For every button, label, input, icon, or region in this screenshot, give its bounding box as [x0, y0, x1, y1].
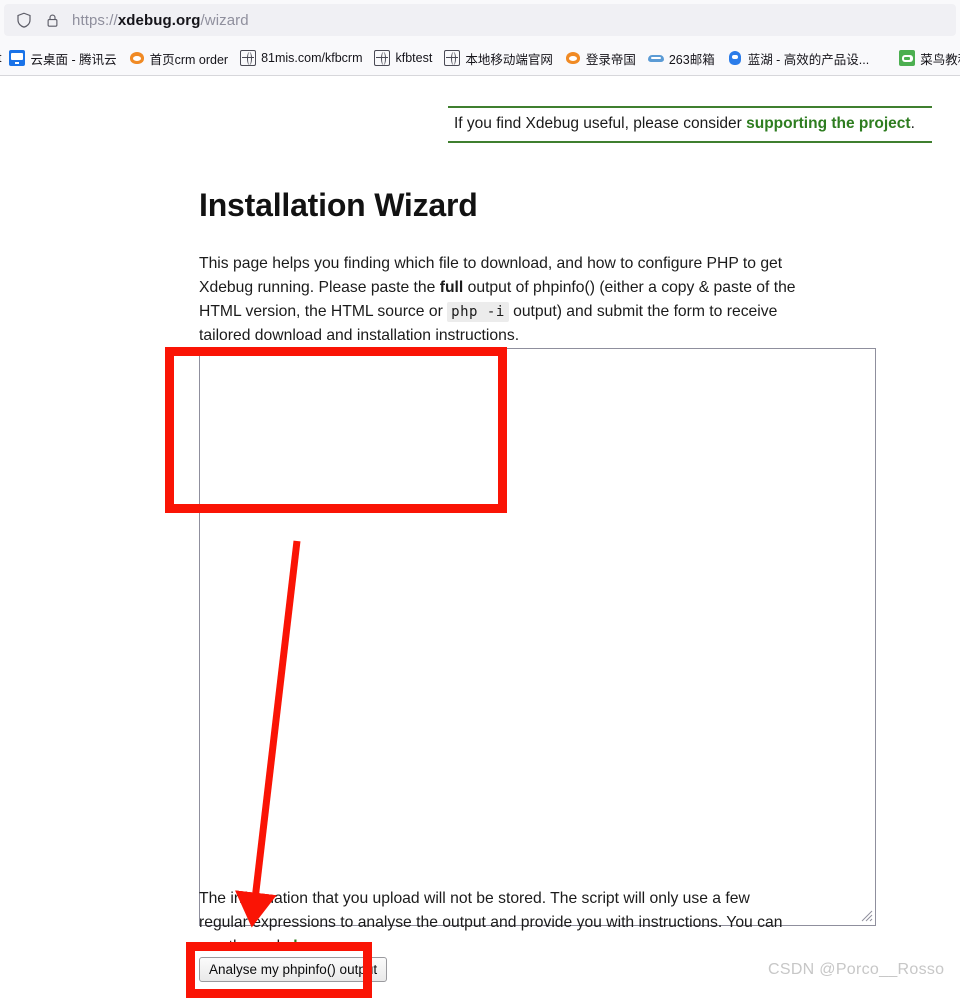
shield-icon[interactable] — [14, 10, 34, 30]
bookmark-label: 登录帝国 — [585, 52, 636, 67]
analyse-phpinfo-button[interactable]: Analyse my phpinfo() output — [199, 957, 388, 982]
bookmark-label: 首页crm order — [149, 52, 229, 67]
bookmark-label: 云桌面 - 腾讯云 — [30, 52, 117, 67]
bookmark-81mis-kfbcrm[interactable]: 81mis.com/kfbcrm — [234, 46, 368, 70]
csdn-watermark: CSDN @Porco__Rosso — [768, 961, 945, 978]
here-link[interactable]: here — [293, 938, 326, 955]
bookmark-crm-order[interactable]: 首页crm order — [123, 46, 234, 70]
urlbar-row: https://xdebug.org/wizard — [0, 0, 960, 40]
bookmark-clipped-left[interactable]: t — [0, 51, 1, 65]
bookmark-263mail[interactable]: 263邮箱 — [642, 46, 721, 70]
globe-icon — [374, 50, 391, 66]
url-text[interactable]: https://xdebug.org/wizard — [72, 12, 249, 29]
url-scheme: https:// — [72, 11, 118, 29]
bookmark-label: 81mis.com/kfbcrm — [261, 51, 363, 65]
intro-paragraph: This page helps you finding which file t… — [199, 252, 805, 348]
bookmark-runoob[interactable]: 菜鸟教程 — [893, 46, 960, 70]
inline-code-php-i: php -i — [447, 301, 509, 322]
cloud-mail-icon — [647, 50, 664, 66]
globe-icon — [240, 50, 257, 66]
firefox-bookmark-icon — [565, 50, 581, 66]
notice-text-part1: The information that you upload will not… — [199, 889, 783, 955]
url-path: /wizard — [200, 11, 249, 29]
lanhu-icon — [727, 50, 743, 66]
notice-text-part2: . — [326, 937, 331, 955]
notice-paragraph: The information that you upload will not… — [199, 887, 799, 959]
bookmark-denglu-diguo[interactable]: 登录帝国 — [559, 46, 642, 70]
bookmark-local-mobile-site[interactable]: 本地移动端官网 — [438, 46, 559, 70]
page-title: Installation Wizard — [199, 187, 478, 224]
lock-icon[interactable] — [44, 11, 60, 29]
globe-icon — [444, 50, 461, 66]
browser-chrome: https://xdebug.org/wizard t 云桌面 - 腾讯云 首页… — [0, 0, 960, 76]
bookmark-label: 菜鸟教程 — [920, 52, 960, 67]
bookmark-label: 263邮箱 — [668, 52, 715, 67]
page-content: If you find Xdebug useful, please consid… — [0, 76, 960, 989]
bookmark-kfbtest[interactable]: kfbtest — [368, 46, 438, 70]
firefox-bookmark-icon — [129, 50, 145, 66]
intro-bold-full: full — [439, 278, 464, 296]
phpinfo-textarea[interactable] — [199, 348, 876, 926]
url-host: xdebug.org — [117, 11, 201, 29]
tencent-cloud-desktop-icon — [9, 50, 26, 66]
support-banner-text-before: If you find Xdebug useful, please consid… — [454, 115, 747, 132]
runoob-icon — [899, 50, 916, 66]
support-banner-text-after: . — [910, 115, 915, 132]
bookmark-label: kfbtest — [395, 51, 433, 65]
bookmark-label: 本地移动端官网 — [465, 52, 553, 67]
bookmark-yunzhuomian[interactable]: 云桌面 - 腾讯云 — [3, 46, 122, 70]
support-banner: If you find Xdebug useful, please consid… — [448, 106, 932, 144]
bookmark-label: 蓝湖 - 高效的产品设... — [747, 52, 870, 67]
bookmarks-bar: t 云桌面 - 腾讯云 首页crm order 81mis.com/kfbcrm… — [0, 41, 960, 75]
address-bar[interactable]: https://xdebug.org/wizard — [4, 4, 956, 36]
bookmark-lanhu[interactable]: 蓝湖 - 高效的产品设... — [721, 46, 876, 70]
supporting-the-project-link[interactable]: supporting the project — [746, 115, 910, 132]
